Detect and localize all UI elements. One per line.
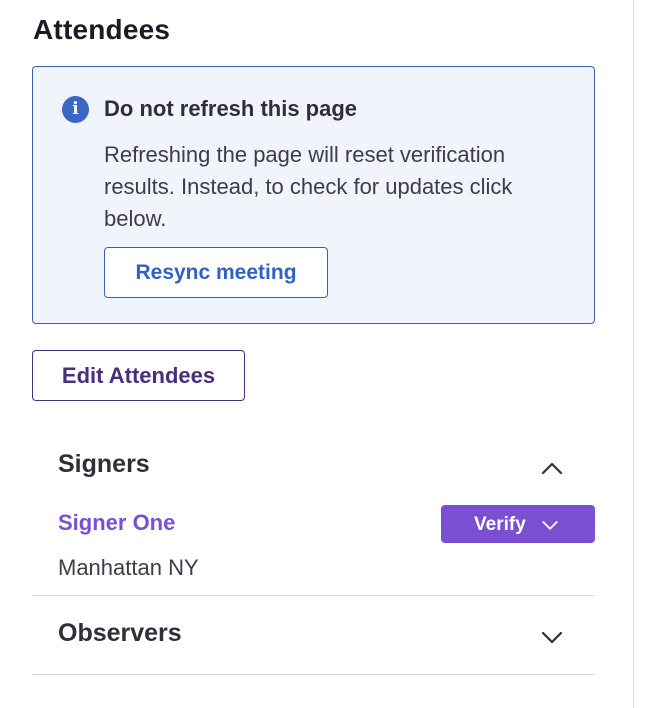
info-icon: i <box>62 96 89 123</box>
signer-name: Signer One <box>58 510 176 535</box>
signers-section-header[interactable]: Signers <box>32 444 595 488</box>
verify-button-label: Verify <box>474 514 526 535</box>
section-divider <box>32 674 595 675</box>
observers-section-header[interactable]: Observers <box>32 613 595 657</box>
refresh-warning-alert: i Do not refresh this page Refreshing th… <box>32 66 595 324</box>
section-divider <box>32 595 595 596</box>
chevron-up-icon[interactable] <box>540 456 564 480</box>
chevron-down-icon <box>542 521 558 530</box>
observers-section-label: Observers <box>58 619 182 647</box>
alert-body: Refreshing the page will reset verificat… <box>104 142 513 231</box>
attendees-panel: Attendees i Do not refresh this page Ref… <box>0 0 634 708</box>
chevron-down-icon[interactable] <box>540 625 564 649</box>
verify-dropdown-button[interactable]: Verify <box>441 505 595 543</box>
signers-section-label: Signers <box>58 450 150 478</box>
page-title: Attendees <box>33 14 171 45</box>
signer-location: Manhattan NY <box>58 555 199 580</box>
alert-heading: Do not refresh this page <box>104 96 358 121</box>
resync-meeting-button[interactable]: Resync meeting <box>104 247 328 298</box>
edit-attendees-button[interactable]: Edit Attendees <box>32 350 245 401</box>
